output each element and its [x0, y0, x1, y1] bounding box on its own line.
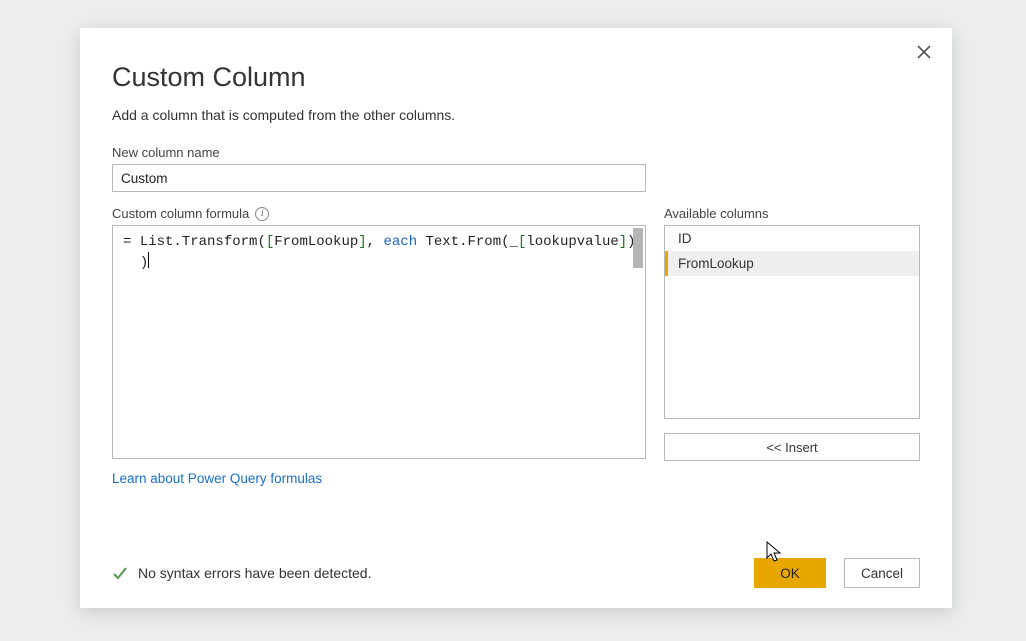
cancel-button[interactable]: Cancel	[844, 558, 920, 588]
available-columns-label: Available columns	[664, 206, 920, 221]
available-columns-list[interactable]: IDFromLookup	[664, 225, 920, 419]
formula-text[interactable]: = List.Transform([FromLookup], each Text…	[113, 226, 645, 279]
dialog-title: Custom Column	[112, 62, 920, 93]
info-icon[interactable]: i	[255, 207, 269, 221]
custom-column-dialog: Custom Column Add a column that is compu…	[80, 28, 952, 608]
new-column-name-label: New column name	[112, 145, 920, 160]
new-column-name-input[interactable]	[112, 164, 646, 192]
available-column-item[interactable]: FromLookup	[665, 251, 919, 276]
dialog-subtitle: Add a column that is computed from the o…	[112, 107, 920, 123]
insert-button[interactable]: << Insert	[664, 433, 920, 461]
formula-editor[interactable]: = List.Transform([FromLookup], each Text…	[112, 225, 646, 459]
scrollbar-thumb[interactable]	[633, 228, 643, 268]
available-column-item[interactable]: ID	[665, 226, 919, 251]
text-caret	[148, 252, 149, 268]
status-text: No syntax errors have been detected.	[138, 565, 371, 581]
status-row: No syntax errors have been detected.	[112, 565, 371, 581]
formula-label: Custom column formula i	[112, 206, 646, 221]
learn-link[interactable]: Learn about Power Query formulas	[112, 471, 322, 486]
scrollbar[interactable]	[633, 228, 643, 456]
ok-button[interactable]: OK	[754, 558, 826, 588]
check-icon	[112, 565, 128, 581]
